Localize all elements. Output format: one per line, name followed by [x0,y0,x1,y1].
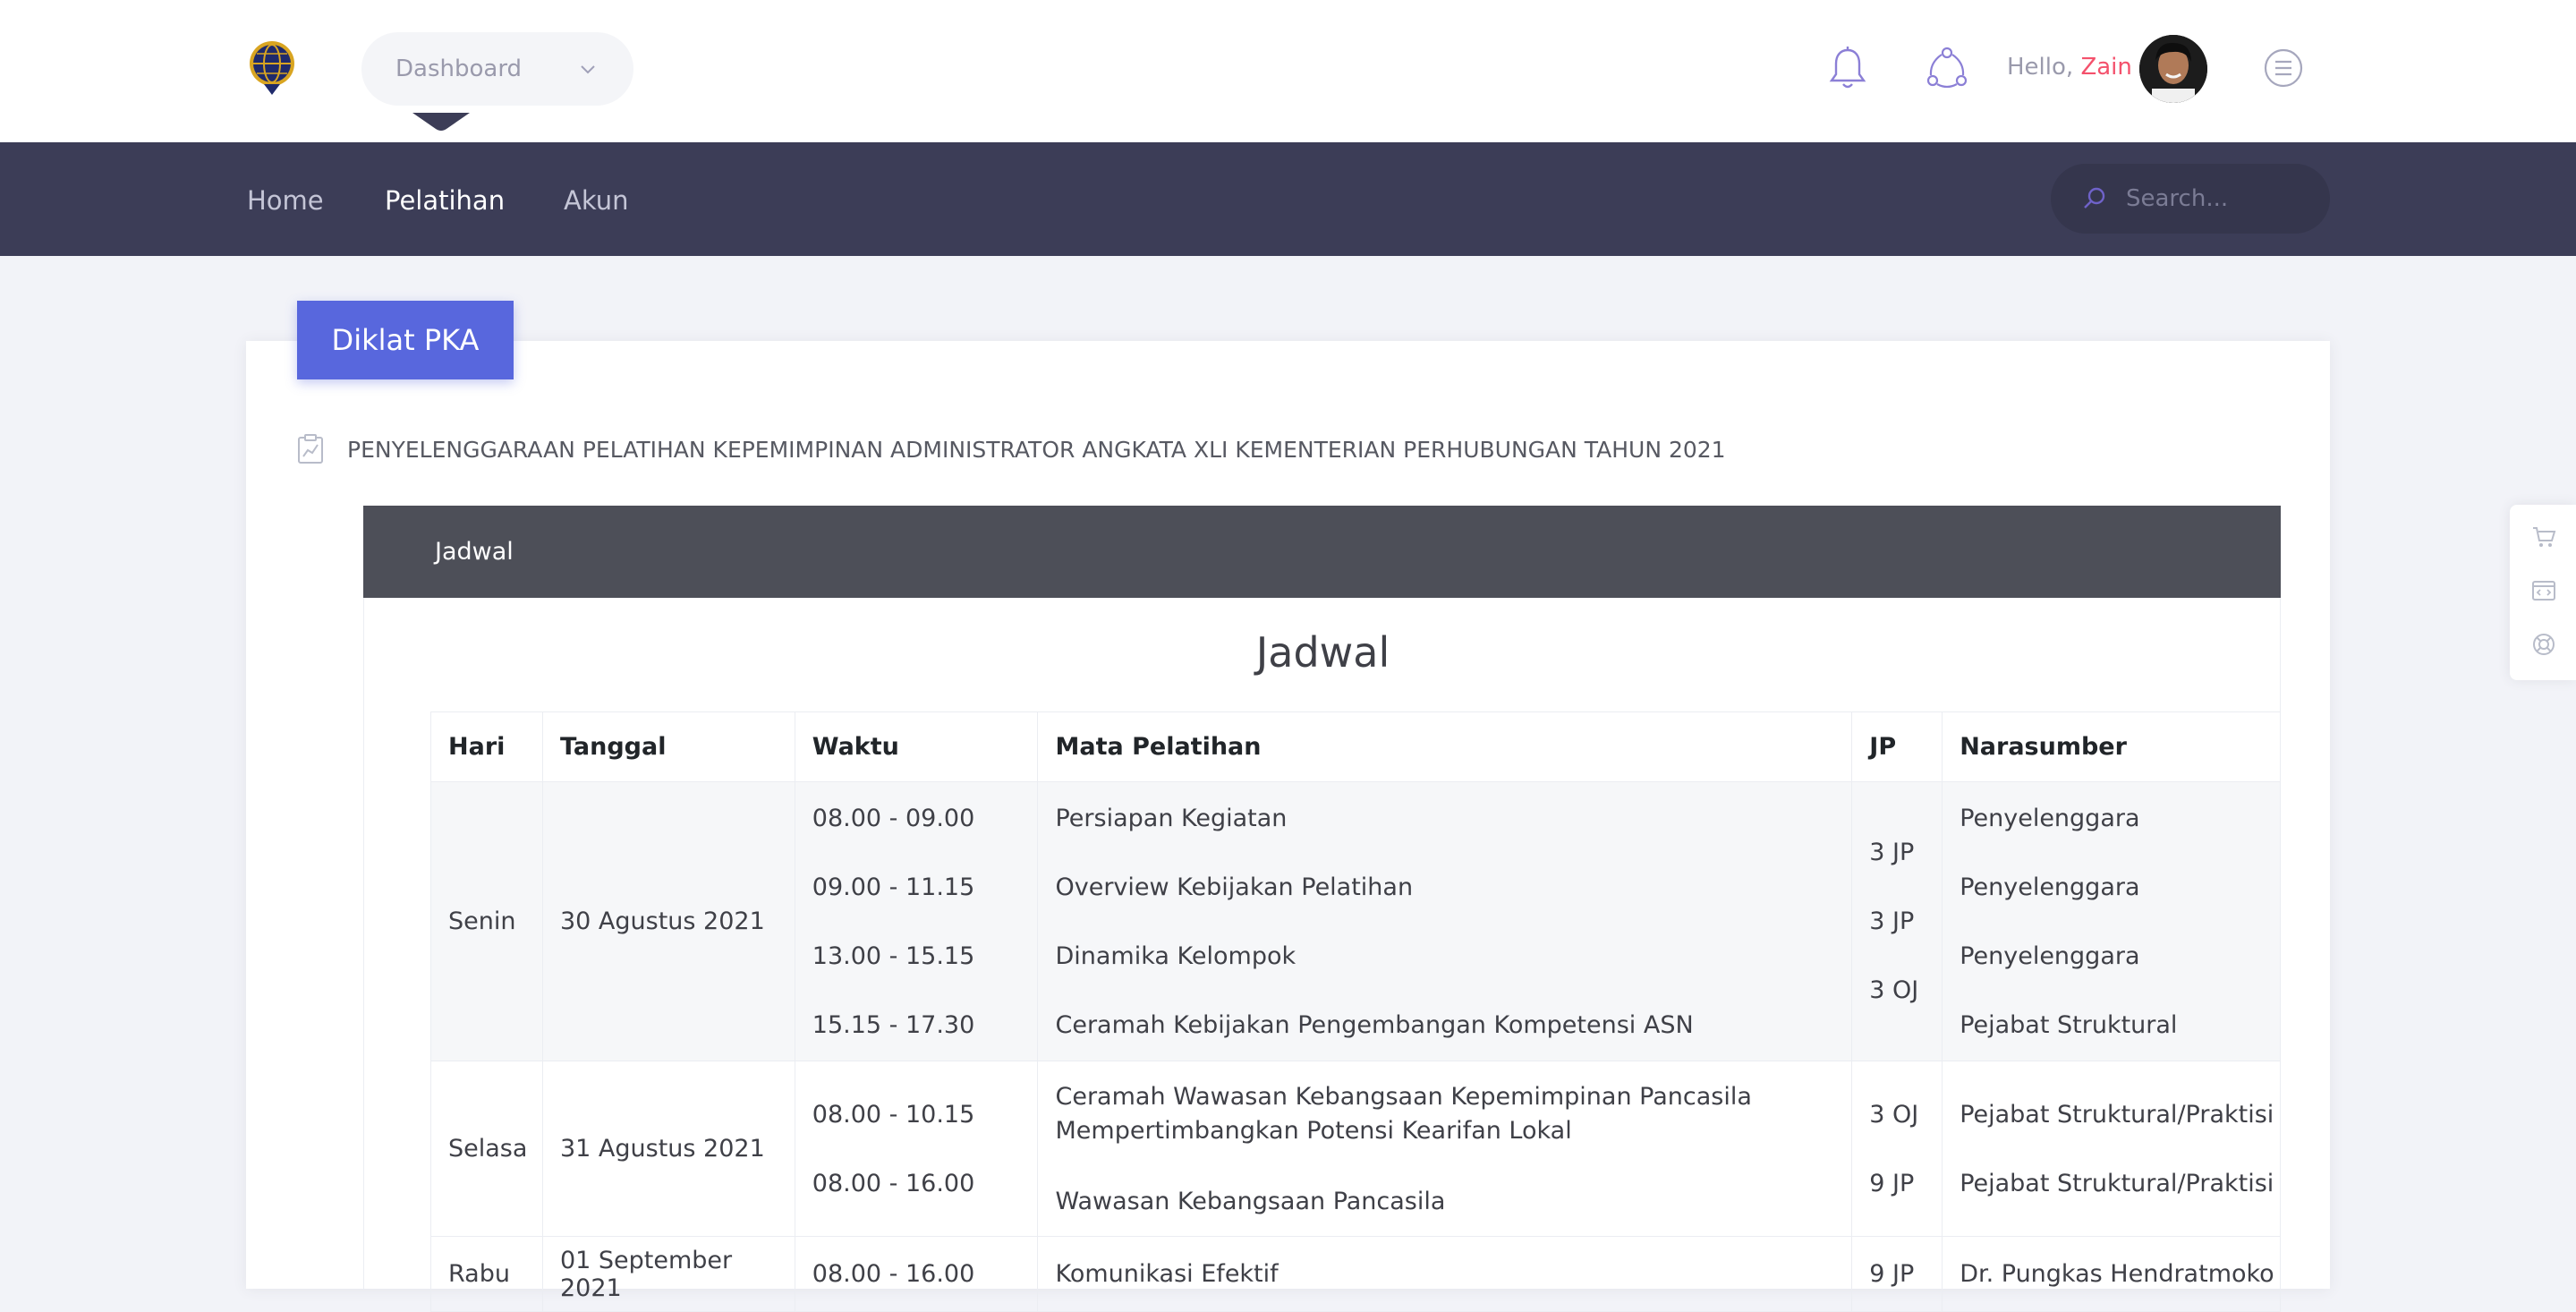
narasumber-item: Penyelenggara [1960,873,2140,901]
cell-hari: Senin [430,781,543,1061]
nav-item-pelatihan[interactable]: Pelatihan [385,185,505,216]
cell-tanggal: 30 Agustus 2021 [541,781,795,1061]
mata-item: Wawasan Kebangsaan Pancasila [1055,1188,1446,1215]
bell-icon[interactable] [1825,45,1870,91]
cell-mata-pelatihan: Ceramah Wawasan Kebangsaan Kepemimpinan … [1037,1061,1853,1237]
tab-diklat-pka[interactable]: Diklat PKA [297,301,514,379]
cell-jp: 9 JP [1851,1236,1943,1312]
jp-item: 9 JP [1869,1169,1915,1197]
cell-tanggal: 01 September 2021 [541,1236,795,1312]
column-header-waktu: Waktu [794,711,1039,782]
column-header-jp: JP [1851,711,1943,782]
nav-item-home[interactable]: Home [247,185,324,216]
cell-jp: 3 JP 3 JP 3 OJ [1851,781,1943,1061]
column-header-tanggal: Tanggal [541,711,795,782]
search-box[interactable] [2051,164,2330,234]
waktu-item: 08.00 - 16.00 [812,1169,975,1197]
narasumber-item: Pejabat Struktural/Praktisi [1960,1100,2274,1129]
cell-waktu: 08.00 - 09.00 09.00 - 11.15 13.00 - 15.1… [794,781,1039,1061]
jp-item: 3 OJ [1869,976,1919,1004]
waktu-item: 08.00 - 10.15 [812,1100,975,1129]
schedule-table: Hari Tanggal Waktu Mata Pelatihan JP Nar… [430,711,2281,1312]
dashboard-select-label: Dashboard [395,55,523,82]
waktu-item: 09.00 - 11.15 [812,873,975,901]
cell-waktu: 08.00 - 10.15 08.00 - 16.00 [794,1061,1039,1237]
user-greeting[interactable]: Hello, Zain [2007,54,2132,81]
table-row: Rabu 01 September 2021 08.00 - 16.00 Kom… [430,1236,2281,1312]
quick-panel [2510,505,2576,680]
top-header: Dashboard Hello, Zain [0,0,2576,142]
course-title: PENYELENGGARAAN PELATIHAN KEPEMIMPINAN A… [297,434,1726,464]
mata-item: Ceramah Wawasan Kebangsaan Kepemimpinan … [1055,1083,1752,1145]
nav-item-akun[interactable]: Akun [564,185,629,216]
waktu-item: 08.00 - 09.00 [812,804,975,832]
table-row: Selasa 31 Agustus 2021 08.00 - 10.15 08.… [430,1061,2281,1237]
active-nav-pointer [412,113,470,131]
cell-narasumber: Dr. Pungkas Hendratmoko [1942,1236,2281,1312]
cell-waktu: 08.00 - 16.00 [794,1236,1039,1312]
table-title: Jadwal [1255,628,1390,677]
section-header-label: Jadwal [435,538,514,566]
ministry-logo[interactable] [246,39,298,97]
schedule-section: Jadwal Hari Tanggal Waktu Mata Pelatihan… [363,598,2281,1312]
jp-item: 3 JP [1869,839,1915,866]
mata-item: Ceramah Kebijakan Pengembangan Kompetens… [1055,1010,1694,1039]
dashboard-select[interactable]: Dashboard [361,32,633,106]
narasumber-item: Pejabat Struktural [1960,1010,2178,1039]
cell-hari: Rabu [430,1236,543,1312]
narasumber-item: Penyelenggara [1960,941,2140,970]
user-name: Zain [2080,54,2132,81]
cell-tanggal: 31 Agustus 2021 [541,1061,795,1237]
table-row: Senin 30 Agustus 2021 08.00 - 09.00 09.0… [430,781,2281,1061]
cell-mata-pelatihan: Komunikasi Efektif [1037,1236,1853,1312]
mata-item: Persiapan Kegiatan [1055,804,1288,832]
narasumber-item: Pejabat Struktural/Praktisi [1960,1169,2274,1197]
course-title-text: PENYELENGGARAAN PELATIHAN KEPEMIMPINAN A… [347,436,1726,463]
column-header-mata-pelatihan: Mata Pelatihan [1037,711,1853,782]
user-photo-icon [2139,35,2207,103]
lifebuoy-icon[interactable] [2531,632,2556,657]
jp-item: 3 JP [1869,907,1915,935]
search-input[interactable] [2126,180,2305,217]
narasumber-item: Penyelenggara [1960,804,2140,832]
table-header-row: Hari Tanggal Waktu Mata Pelatihan JP Nar… [430,711,2281,782]
cell-hari: Selasa [430,1061,543,1237]
cell-mata-pelatihan: Persiapan Kegiatan Overview Kebijakan Pe… [1037,781,1853,1061]
clipboard-chart-icon [298,434,323,464]
waktu-item: 15.15 - 17.30 [812,1010,975,1039]
cart-icon[interactable] [2531,524,2556,550]
search-icon [2084,187,2105,209]
section-header-jadwal[interactable]: Jadwal [363,506,2281,598]
column-header-narasumber: Narasumber [1942,711,2281,782]
share-network-icon[interactable] [1925,45,1969,91]
jp-item: 3 OJ [1869,1100,1919,1129]
cell-jp: 3 OJ 9 JP [1851,1061,1943,1237]
greeting-text: Hello, [2007,54,2074,81]
mata-item: Overview Kebijakan Pelatihan [1055,873,1414,901]
menu-icon[interactable] [2261,45,2306,91]
column-header-hari: Hari [430,711,543,782]
waktu-item: 13.00 - 15.15 [812,941,975,970]
code-window-icon[interactable] [2531,578,2556,603]
chevron-down-icon [581,65,595,74]
avatar[interactable] [2139,35,2207,103]
cell-narasumber: Pejabat Struktural/Praktisi Pejabat Stru… [1942,1061,2281,1237]
cell-narasumber: Penyelenggara Penyelenggara Penyelenggar… [1942,781,2281,1061]
mata-item: Dinamika Kelompok [1055,941,1297,970]
